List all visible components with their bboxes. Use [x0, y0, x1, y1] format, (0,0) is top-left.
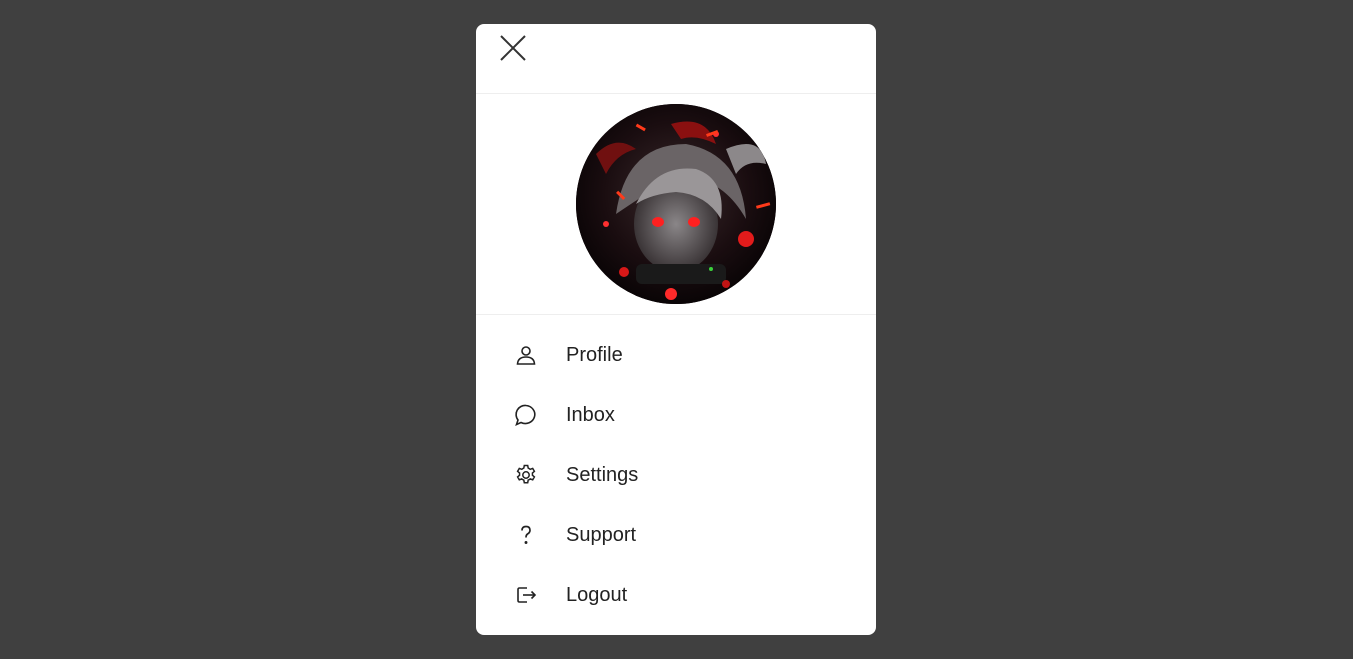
- menu-item-inbox[interactable]: Inbox: [476, 385, 876, 445]
- menu-item-label: Profile: [566, 343, 623, 366]
- avatar-section: [476, 94, 876, 315]
- menu-item-label: Inbox: [566, 403, 615, 426]
- menu-item-label: Settings: [566, 463, 639, 486]
- user-icon: [514, 343, 538, 367]
- question-icon: [514, 523, 538, 547]
- menu-list: Profile Inbox Settings Support Logout: [476, 315, 876, 625]
- avatar-image: [576, 104, 776, 304]
- menu-item-profile[interactable]: Profile: [476, 325, 876, 385]
- chat-bubble-icon: [514, 403, 538, 427]
- menu-item-support[interactable]: Support: [476, 505, 876, 565]
- close-icon: [500, 35, 526, 61]
- logout-icon: [514, 583, 538, 607]
- close-button[interactable]: [496, 31, 530, 65]
- gear-icon: [514, 463, 538, 487]
- profile-menu-modal: Profile Inbox Settings Support Logout: [476, 24, 876, 635]
- avatar[interactable]: [576, 104, 776, 304]
- menu-item-label: Logout: [566, 583, 628, 606]
- menu-item-settings[interactable]: Settings: [476, 445, 876, 505]
- menu-item-logout[interactable]: Logout: [476, 565, 876, 625]
- menu-item-label: Support: [566, 523, 637, 546]
- modal-header: [476, 24, 876, 94]
